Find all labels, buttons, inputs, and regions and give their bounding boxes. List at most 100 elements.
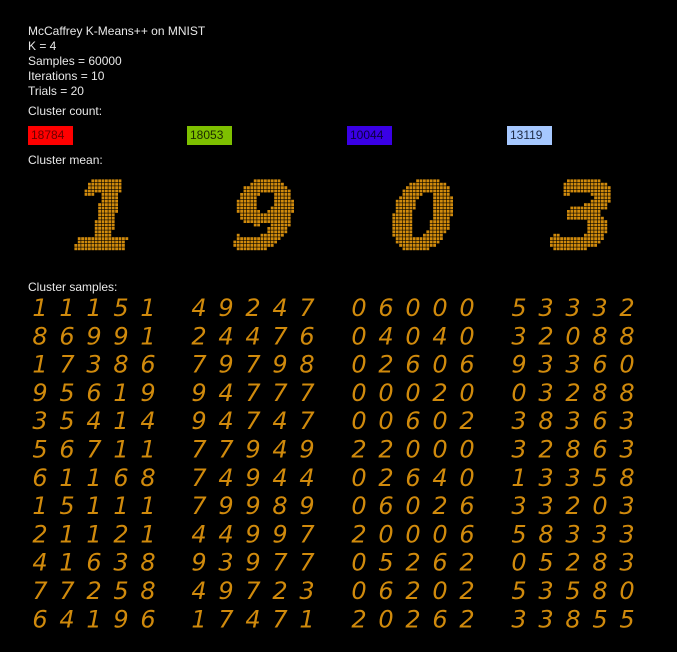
sample-digit: 6 bbox=[405, 464, 420, 492]
mean-pixel bbox=[406, 189, 409, 193]
sample-digit: 2 bbox=[538, 436, 553, 464]
mean-pixel bbox=[240, 196, 243, 200]
mean-pixel bbox=[264, 233, 267, 237]
mean-pixel bbox=[563, 244, 567, 247]
mean-pixel bbox=[101, 247, 105, 251]
mean-pixel bbox=[101, 210, 105, 213]
sample-digit: 0 bbox=[405, 436, 420, 464]
mean-pixel bbox=[101, 186, 105, 189]
sample-digit: 4 bbox=[191, 520, 206, 548]
mean-pixel bbox=[284, 196, 288, 200]
mean-pixel bbox=[409, 189, 413, 193]
mean-pixel bbox=[98, 182, 101, 186]
mean-pixel bbox=[597, 210, 601, 213]
sample-digit: 3 bbox=[511, 492, 526, 520]
mean-pixel bbox=[433, 210, 436, 213]
mean-pixel bbox=[284, 227, 288, 230]
mean-pixel bbox=[257, 247, 260, 251]
mean-pixel bbox=[450, 206, 453, 210]
mean-pixel bbox=[101, 230, 105, 234]
mean-pixel bbox=[264, 216, 267, 220]
mean-pixel bbox=[281, 210, 284, 213]
mean-pixel bbox=[429, 186, 433, 189]
mean-pixel bbox=[604, 203, 608, 206]
mean-pixel bbox=[253, 186, 257, 189]
sample-digit: 8 bbox=[565, 436, 580, 464]
sample-digit: 9 bbox=[272, 351, 287, 379]
mean-pixel bbox=[257, 179, 260, 183]
sample-digit: 0 bbox=[351, 549, 366, 577]
mean-pixel bbox=[406, 186, 409, 189]
mean-pixel bbox=[556, 247, 560, 251]
mean-pixel bbox=[233, 244, 237, 247]
sample-digit: 7 bbox=[299, 520, 315, 548]
mean-pixel bbox=[287, 210, 291, 213]
mean-pixel bbox=[429, 227, 433, 230]
mean-pixel bbox=[604, 223, 608, 227]
sample-digit: 0 bbox=[378, 407, 393, 435]
mean-pixel bbox=[115, 237, 118, 240]
mean-pixel bbox=[416, 240, 419, 244]
mean-pixel bbox=[94, 240, 98, 244]
mean-pixel bbox=[277, 230, 281, 234]
mean-pixel bbox=[406, 220, 409, 223]
mean-pixel bbox=[260, 233, 264, 237]
mean-pixel bbox=[247, 206, 250, 210]
mean-pixel bbox=[440, 199, 443, 203]
mean-pixel bbox=[402, 227, 406, 230]
sample-digit: 0 bbox=[432, 436, 447, 464]
mean-pixel bbox=[118, 247, 122, 251]
mean-pixel bbox=[443, 230, 447, 234]
sample-digit: 7 bbox=[191, 436, 207, 464]
mean-pixel bbox=[426, 240, 430, 244]
mean-pixel bbox=[291, 210, 294, 213]
mean-pixel bbox=[402, 244, 406, 247]
mean-pixel bbox=[395, 203, 399, 206]
mean-pixel bbox=[94, 223, 98, 227]
mean-pixel bbox=[594, 179, 597, 183]
mean-pixel bbox=[446, 213, 450, 217]
mean-pixel bbox=[243, 213, 247, 217]
sample-digit: 0 bbox=[405, 322, 420, 350]
mean-pixel bbox=[284, 189, 288, 193]
mean-pixel bbox=[594, 216, 597, 220]
mean-pixel bbox=[105, 186, 108, 189]
mean-pixel bbox=[274, 206, 277, 210]
mean-pixel bbox=[560, 244, 563, 247]
mean-pixel bbox=[419, 193, 423, 196]
mean-pixel bbox=[260, 247, 264, 251]
mean-pixel bbox=[253, 237, 257, 240]
sample-digit: 4 bbox=[245, 605, 260, 633]
mean-pixel bbox=[118, 179, 122, 183]
mean-pixel bbox=[597, 223, 601, 227]
mean-pixel bbox=[270, 230, 274, 234]
sample-digit: 1 bbox=[32, 492, 47, 520]
mean-pixel bbox=[284, 210, 288, 213]
mean-pixel bbox=[433, 213, 436, 217]
sample-digit: 9 bbox=[245, 464, 260, 492]
mean-pixel bbox=[416, 196, 419, 200]
sample-digit: 0 bbox=[351, 577, 366, 605]
mean-pixel bbox=[433, 179, 436, 183]
sample-digit: 2 bbox=[565, 379, 580, 407]
sample-digit: 1 bbox=[140, 294, 155, 322]
mean-pixel bbox=[409, 206, 413, 210]
sample-digit: 3 bbox=[218, 549, 233, 577]
mean-pixel bbox=[412, 206, 416, 210]
mean-pixel bbox=[567, 182, 570, 186]
sample-digit: 5 bbox=[619, 605, 634, 633]
mean-pixel bbox=[419, 182, 423, 186]
mean-pixel bbox=[433, 216, 436, 220]
mean-pixel bbox=[125, 237, 129, 240]
mean-pixel bbox=[553, 244, 557, 247]
sample-digit: 6 bbox=[592, 407, 607, 435]
mean-pixel bbox=[247, 247, 250, 251]
mean-pixel bbox=[436, 203, 440, 206]
mean-pixel bbox=[577, 216, 580, 220]
mean-pixel bbox=[604, 206, 608, 210]
mean-pixel bbox=[577, 244, 580, 247]
mean-pixel bbox=[563, 189, 567, 193]
samples-value: Samples = 60000 bbox=[28, 54, 122, 68]
sample-digit: 9 bbox=[245, 436, 260, 464]
mean-pixel bbox=[587, 213, 591, 217]
